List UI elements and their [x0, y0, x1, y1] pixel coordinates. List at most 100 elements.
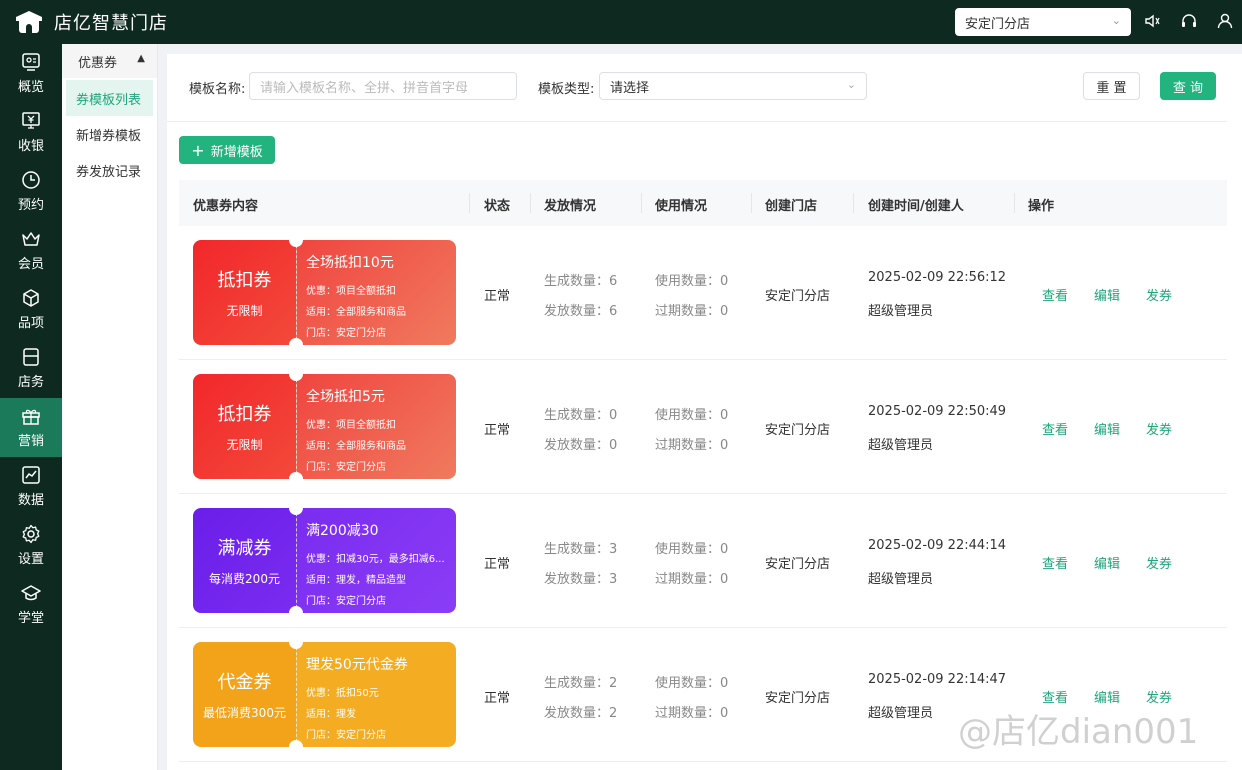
generated-count: 生成数量：3: [544, 542, 618, 557]
plus-icon: +: [191, 140, 205, 160]
status-text: 正常: [484, 423, 511, 438]
view-link[interactable]: 查看: [1042, 553, 1068, 572]
nav-label: 概览: [17, 80, 44, 95]
template-type-label: 模板类型:: [538, 82, 595, 97]
top-bar: 店亿智慧门店 安定门分店 ⌄: [0, 0, 1242, 44]
coupon-card: 抵扣券 无限制 全场抵扣10元 优惠：项目全额抵扣 适用：全部服务和商品 门店：…: [193, 240, 456, 345]
expired-count: 过期数量：0: [655, 572, 729, 587]
nav-item-products[interactable]: 品项: [0, 280, 62, 339]
create-time: 2025-02-09 22:50:49: [868, 404, 1007, 419]
coupon-type: 代金券: [217, 672, 272, 693]
edit-link[interactable]: 编辑: [1094, 553, 1120, 572]
coupon-discount: 优惠：项目全额抵扣: [306, 286, 396, 297]
coupon-store: 门店：安定门分店: [306, 730, 386, 741]
col-header: 操作: [1028, 199, 1055, 214]
reset-button[interactable]: 重 置: [1083, 72, 1140, 100]
col-header: 优惠券内容: [193, 199, 259, 214]
issue-link[interactable]: 发券: [1146, 419, 1172, 438]
coupon-right: 理发50元代金券 优惠：抵扣50元 适用：理发 门店：安定门分店: [296, 642, 456, 747]
template-name-input[interactable]: 请输入模板名称、全拼、拼音首字母: [249, 72, 517, 100]
expired-count: 过期数量：0: [655, 438, 729, 453]
coupon-scope: 适用：理发: [306, 709, 356, 720]
nav-item-member[interactable]: 会员: [0, 221, 62, 280]
col-header: 状态: [484, 199, 511, 214]
issue-link[interactable]: 发券: [1146, 285, 1172, 304]
creator: 超级管理员: [868, 438, 934, 453]
issue-link[interactable]: 发券: [1146, 553, 1172, 572]
create-time: 2025-02-09 22:14:47: [868, 672, 1007, 687]
coupon-scope: 适用：全部服务和商品: [306, 307, 406, 318]
view-link[interactable]: 查看: [1042, 419, 1068, 438]
graduation-icon: [21, 583, 41, 603]
nav-item-booking[interactable]: 预约: [0, 162, 62, 221]
issued-count: 发放数量：3: [544, 572, 618, 587]
nav-item-cashier[interactable]: 收银: [0, 103, 62, 162]
nav-item-settings[interactable]: 设置: [0, 516, 62, 575]
nav-label: 店务: [17, 375, 44, 390]
chevron-down-icon: ⌄: [846, 78, 856, 91]
submenu-item-template-list[interactable]: 券模板列表: [66, 80, 153, 116]
nav-item-store-ops[interactable]: 店务: [0, 339, 62, 398]
coupon-right: 全场抵扣5元 优惠：项目全额抵扣 适用：全部服务和商品 门店：安定门分店: [296, 374, 456, 479]
gift-icon: [21, 406, 41, 426]
chevron-up-icon: ▲: [137, 53, 145, 64]
edit-link[interactable]: 编辑: [1094, 419, 1120, 438]
nav-label: 设置: [17, 552, 44, 567]
submenu-item-new-template[interactable]: 新增券模板: [66, 116, 153, 152]
expired-count: 过期数量：0: [655, 304, 729, 319]
edit-link[interactable]: 编辑: [1094, 285, 1120, 304]
speaker-icon[interactable]: [1143, 12, 1163, 32]
query-button[interactable]: 查 询: [1160, 72, 1216, 100]
coupon-right: 全场抵扣10元 优惠：项目全额抵扣 适用：全部服务和商品 门店：安定门分店: [296, 240, 456, 345]
table-row: 抵扣券 无限制 全场抵扣10元 优惠：项目全额抵扣 适用：全部服务和商品 门店：…: [179, 226, 1227, 360]
box-icon: [21, 288, 41, 308]
store-select[interactable]: 安定门分店 ⌄: [955, 8, 1131, 36]
col-header: 使用情况: [655, 199, 708, 214]
nav-label: 学堂: [17, 611, 44, 626]
template-type-select[interactable]: 请选择 ⌄: [599, 72, 867, 100]
gear-icon: [21, 524, 41, 544]
create-store: 安定门分店: [765, 557, 831, 572]
nav-label: 收银: [17, 139, 44, 154]
store-icon: [21, 347, 41, 367]
create-store: 安定门分店: [765, 423, 831, 438]
generated-count: 生成数量：0: [544, 408, 618, 423]
coupon-card: 代金券 最低消费300元 理发50元代金券 优惠：抵扣50元 适用：理发 门店：…: [193, 642, 456, 747]
coupon-store: 门店：安定门分店: [306, 328, 386, 339]
create-time: 2025-02-09 22:56:12: [868, 270, 1007, 285]
coupon-condition: 每消费200元: [209, 572, 280, 586]
coupon-condition: 无限制: [226, 304, 263, 318]
view-link[interactable]: 查看: [1042, 285, 1068, 304]
coupon-card: 抵扣券 无限制 全场抵扣5元 优惠：项目全额抵扣 适用：全部服务和商品 门店：安…: [193, 374, 456, 479]
submenu-group-coupon[interactable]: 优惠券 ▲: [62, 44, 157, 78]
user-icon[interactable]: [1215, 12, 1235, 32]
col-header: 发放情况: [544, 199, 597, 214]
issued-count: 发放数量：6: [544, 304, 618, 319]
creator: 超级管理员: [868, 304, 934, 319]
coupon-name: 全场抵扣5元: [306, 389, 385, 405]
status-text: 正常: [484, 289, 511, 304]
filter-bar: 模板名称: 请输入模板名称、全拼、拼音首字母 模板类型: 请选择 ⌄ 重 置 查…: [167, 54, 1227, 122]
nav-item-marketing[interactable]: 营销: [0, 398, 62, 457]
nav-item-overview[interactable]: 概览: [0, 44, 62, 103]
app-title: 店亿智慧门店: [54, 13, 168, 34]
create-time: 2025-02-09 22:44:14: [868, 538, 1007, 553]
submenu-group-label: 优惠券: [78, 55, 118, 71]
coupon-right: 满200减30 优惠：扣减30元，最多扣减6... 适用：理发，精品造型 门店：…: [296, 508, 456, 613]
add-template-button[interactable]: + 新增模板: [179, 136, 275, 164]
submenu-item-issue-records[interactable]: 券发放记录: [66, 152, 153, 188]
coupon-card: 满减券 每消费200元 满200减30 优惠：扣减30元，最多扣减6... 适用…: [193, 508, 456, 613]
create-store: 安定门分店: [765, 691, 831, 706]
nav-label: 品项: [17, 316, 44, 331]
nav-item-academy[interactable]: 学堂: [0, 575, 62, 634]
issued-count: 发放数量：0: [544, 438, 618, 453]
coupon-store: 门店：安定门分店: [306, 596, 386, 607]
nav-item-data[interactable]: 数据: [0, 457, 62, 516]
headset-icon[interactable]: [1179, 12, 1199, 32]
used-count: 使用数量：0: [655, 676, 729, 691]
coupon-scope: 适用：理发，精品造型: [306, 575, 406, 586]
overview-icon: [21, 52, 41, 72]
coupon-type: 满减券: [217, 538, 272, 559]
status-text: 正常: [484, 557, 511, 572]
submenu: 优惠券 ▲ 券模板列表 新增券模板 券发放记录: [62, 44, 158, 770]
